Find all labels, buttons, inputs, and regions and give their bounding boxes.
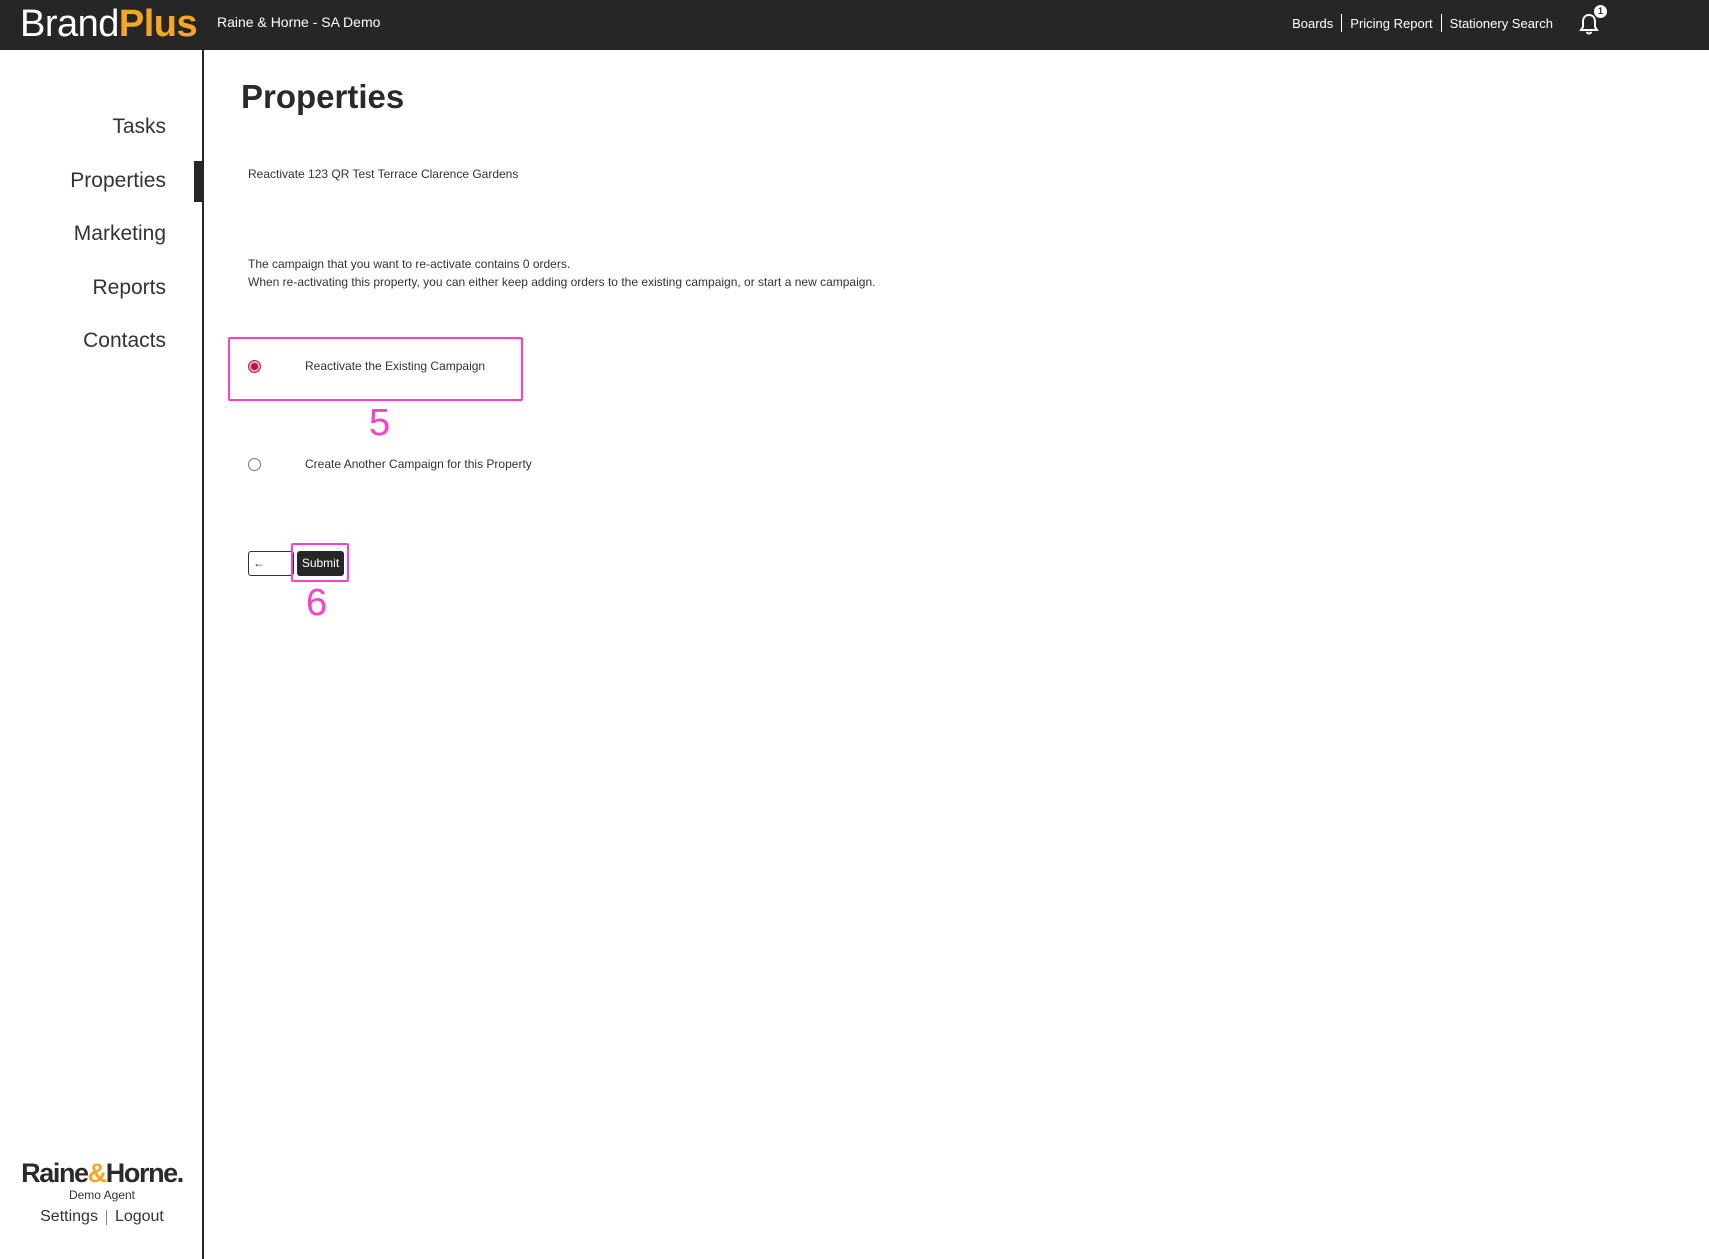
reactivate-heading: Reactivate 123 QR Test Terrace Clarence …	[248, 167, 519, 181]
back-button[interactable]: ← Back	[248, 551, 294, 576]
sidebar-item-tasks[interactable]: Tasks	[70, 112, 166, 166]
stationery-search-link[interactable]: Stationery Search	[1442, 16, 1561, 31]
brandplus-logo[interactable]: BrandPlus	[20, 2, 198, 46]
footer-divider	[105, 1209, 107, 1225]
logo-brand-text: Brand	[20, 3, 119, 45]
sidebar-item-marketing[interactable]: Marketing	[70, 219, 166, 273]
info-line-options: When re-activating this property, you ca…	[248, 275, 876, 289]
radio-create-another[interactable]	[248, 457, 261, 471]
settings-link[interactable]: Settings	[40, 1208, 98, 1226]
logout-link[interactable]: Logout	[115, 1208, 164, 1226]
sidebar-item-contacts[interactable]: Contacts	[70, 326, 166, 380]
logo-horne-text: Horne.	[105, 1158, 185, 1188]
option-create-another[interactable]: Create Another Campaign for this Propert…	[248, 457, 532, 471]
logo-raine-text: Raine	[21, 1158, 89, 1188]
footer-links: Settings Logout	[0, 1208, 204, 1226]
pricing-report-link[interactable]: Pricing Report	[1342, 16, 1440, 31]
sidebar-nav: Tasks Properties Marketing Reports Conta…	[70, 112, 166, 380]
sidebar-item-properties[interactable]: Properties	[70, 166, 166, 220]
annotation-highlight-box	[228, 337, 523, 401]
annotation-step-number: 6	[306, 582, 328, 624]
annotation-highlight-box	[291, 543, 349, 582]
logo-plus-text: Plus	[118, 3, 198, 45]
sidebar-item-reports[interactable]: Reports	[70, 273, 166, 327]
boards-link[interactable]: Boards	[1284, 16, 1341, 31]
sidebar: Tasks Properties Marketing Reports Conta…	[0, 50, 204, 1259]
notification-badge: 1	[1594, 5, 1607, 18]
sidebar-footer: Raine&Horne. Demo Agent Settings Logout	[0, 1158, 204, 1226]
agent-name: Demo Agent	[68, 1188, 136, 1202]
top-navigation-bar: BrandPlus Raine & Horne - SA Demo Boards…	[0, 0, 1709, 50]
info-line-orders: The campaign that you want to re-activat…	[248, 257, 571, 271]
campaign-info: The campaign that you want to re-activat…	[248, 255, 875, 291]
account-name: Raine & Horne - SA Demo	[217, 14, 381, 30]
raine-horne-logo: Raine&Horne.	[0, 1158, 204, 1188]
page-title: Properties	[241, 78, 405, 115]
annotation-step-number: 5	[369, 402, 391, 444]
logo-amp-text: &	[87, 1158, 108, 1188]
top-links: Boards Pricing Report Stationery Search	[1284, 14, 1561, 32]
option-label: Create Another Campaign for this Propert…	[305, 457, 532, 471]
active-item-indicator	[194, 161, 204, 202]
